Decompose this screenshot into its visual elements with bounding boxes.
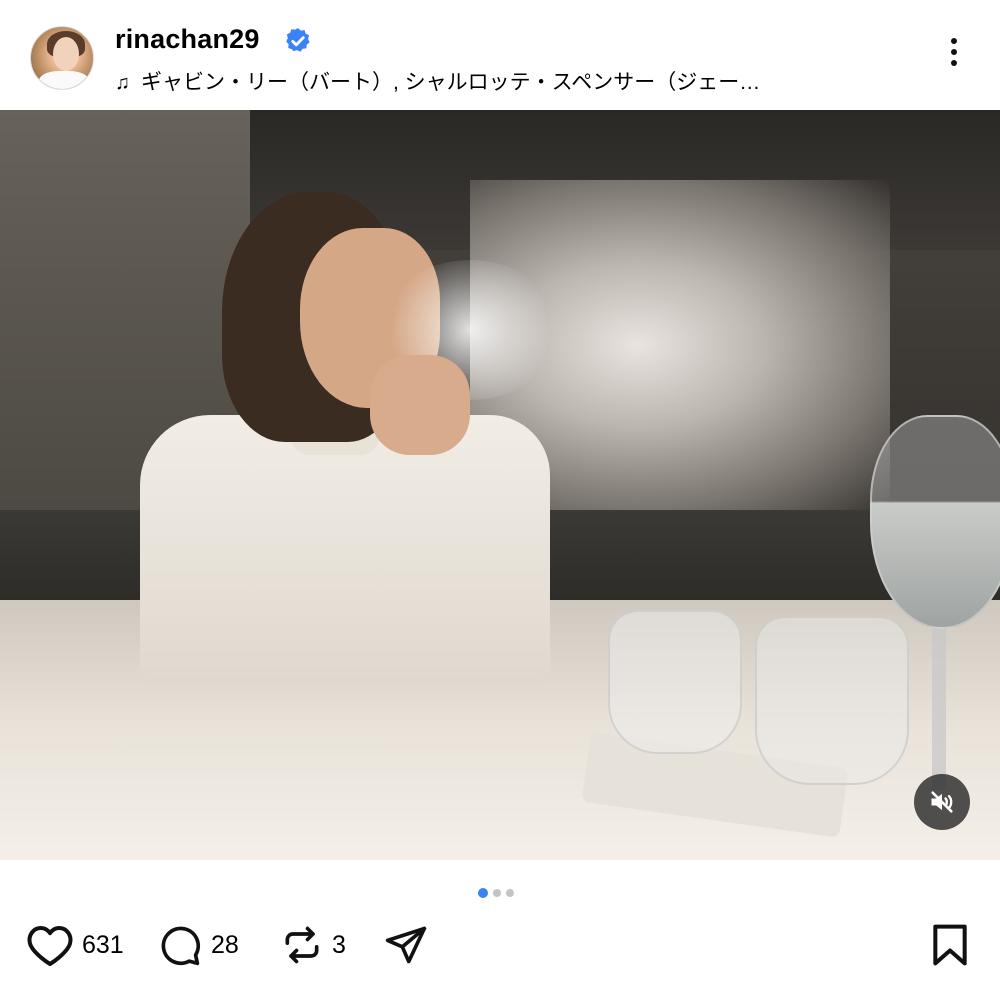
mute-button[interactable]	[914, 774, 970, 830]
heart-icon	[27, 926, 73, 966]
post-photo[interactable]	[0, 110, 1000, 860]
comment-icon	[161, 926, 201, 966]
more-options-button[interactable]	[942, 38, 966, 78]
carousel-dot[interactable]	[478, 887, 488, 898]
verified-badge-icon	[286, 28, 310, 52]
action-bar: 631 28 3	[0, 915, 1000, 975]
carousel-indicator	[478, 884, 519, 898]
username[interactable]: rinachan29	[115, 24, 260, 55]
share-button[interactable]	[382, 925, 430, 965]
like-button[interactable]: 631	[26, 925, 124, 966]
like-count: 631	[82, 930, 124, 959]
muted-speaker-icon	[931, 791, 953, 813]
music-title: ギャビン・リー（バート）, シャルロッテ・スペンサー（ジェー…	[141, 71, 761, 94]
music-note-icon: ♫	[115, 72, 130, 94]
comment-count: 28	[211, 930, 239, 959]
carousel-dot[interactable]	[506, 888, 514, 897]
repost-count: 3	[332, 930, 346, 959]
bookmark-icon	[933, 924, 967, 966]
avatar[interactable]	[30, 26, 94, 90]
repost-button[interactable]: 3	[280, 925, 346, 965]
music-info[interactable]: ♫ ギャビン・リー（バート）, シャルロッテ・スペンサー（ジェー…	[115, 66, 760, 96]
comment-button[interactable]: 28	[157, 925, 239, 966]
bookmark-button[interactable]	[930, 924, 970, 966]
share-icon	[385, 926, 427, 964]
post-header: rinachan29 ♫ ギャビン・リー（バート）, シャルロッテ・スペンサー（ジ…	[0, 0, 1000, 110]
repost-icon	[285, 926, 319, 964]
carousel-dot[interactable]	[493, 888, 501, 897]
